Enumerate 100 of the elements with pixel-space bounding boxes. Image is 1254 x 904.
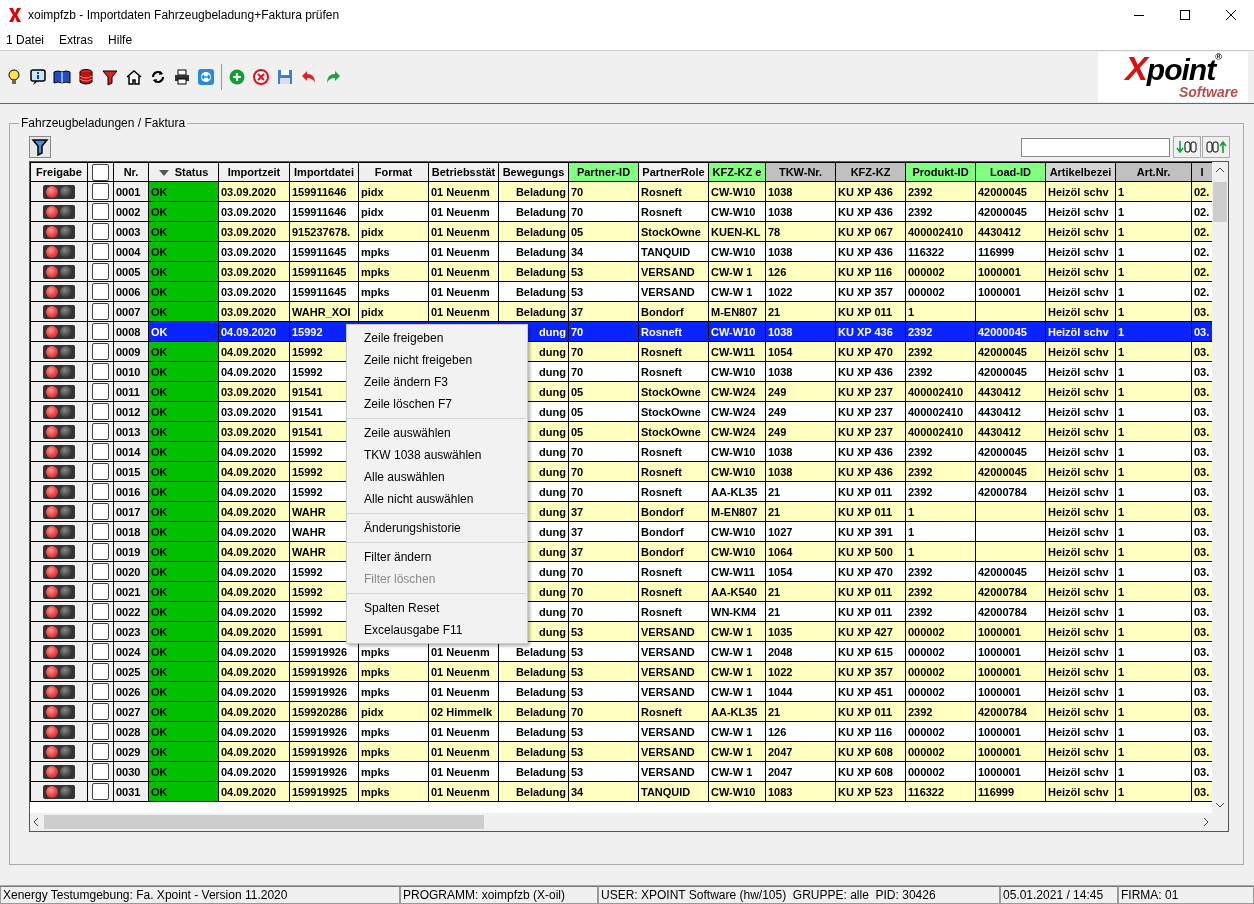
table-row[interactable]: 0006 OK 03.09.2020 159911645 mpks 01 Neuenm Beladung 53 VERSAND CW-W 1 1022 KU XP 357 000002 1000001 Heizöl schv 1 02. bbox=[30, 281, 1212, 302]
checkbox[interactable] bbox=[92, 223, 109, 240]
close-icon[interactable] bbox=[1225, 9, 1237, 21]
column-header[interactable]: Partner-ID bbox=[568, 162, 639, 182]
checkbox[interactable] bbox=[92, 263, 109, 280]
checkbox[interactable] bbox=[92, 783, 109, 800]
checkbox[interactable] bbox=[92, 363, 109, 380]
checkbox[interactable] bbox=[92, 243, 109, 260]
column-header[interactable]: Status bbox=[148, 162, 219, 182]
table-cell: 159911645 bbox=[289, 281, 359, 302]
find-previous-icon[interactable] bbox=[1202, 136, 1230, 158]
group-title: Fahrzeugbeladungen / Faktura bbox=[20, 116, 187, 130]
table-cell: 04.09.2020 bbox=[218, 761, 290, 782]
checkbox[interactable] bbox=[92, 643, 109, 660]
checkbox[interactable] bbox=[92, 703, 109, 720]
column-header[interactable]: I bbox=[1191, 162, 1212, 182]
signal-lights-icon bbox=[43, 784, 75, 799]
column-header[interactable]: Importdatei bbox=[289, 162, 359, 182]
table-cell: 4430412 bbox=[975, 421, 1046, 442]
table-cell: 78 bbox=[765, 221, 836, 242]
checkbox[interactable] bbox=[92, 423, 109, 440]
table-cell: 34 bbox=[568, 781, 639, 802]
checkbox[interactable] bbox=[92, 323, 109, 340]
checkbox[interactable] bbox=[92, 283, 109, 300]
checkbox[interactable] bbox=[92, 203, 109, 220]
find-next-icon[interactable] bbox=[1173, 136, 1201, 158]
checkbox[interactable] bbox=[92, 503, 109, 520]
checkbox[interactable] bbox=[92, 403, 109, 420]
table-row[interactable]: 0026 OK 04.09.2020 159919926 mpks 01 Neuenm Beladung 53 VERSAND CW-W 1 1044 KU XP 451 000002 1000001 Heizöl schv 1 03. bbox=[30, 681, 1212, 702]
table-cell: 1 bbox=[1115, 481, 1192, 502]
column-label: I bbox=[1200, 166, 1204, 178]
checkbox[interactable] bbox=[92, 383, 109, 400]
column-header[interactable]: Importzeit bbox=[218, 162, 290, 182]
table-cell: VERSAND bbox=[638, 681, 709, 702]
table-row[interactable]: 0003 OK 03.09.2020 915237678. pidx 01 Neuenm Beladung 05 StockOwne KUEN-KL 78 KU XP 067 400002410 4430412 Heizöl schv 1 02. bbox=[30, 221, 1212, 242]
checkbox[interactable] bbox=[92, 623, 109, 640]
checkbox[interactable] bbox=[92, 523, 109, 540]
table-row[interactable]: 0005 OK 03.09.2020 159911645 mpks 01 Neuenm Beladung 53 VERSAND CW-W 1 126 KU XP 116 000002 1000001 Heizöl schv 1 02. bbox=[30, 261, 1212, 282]
table-cell: 2392 bbox=[905, 601, 976, 622]
column-header[interactable]: Nr. bbox=[113, 162, 149, 182]
column-header[interactable]: KFZ-KZ bbox=[835, 162, 906, 182]
table-cell: Rosneft bbox=[638, 581, 709, 602]
table-row[interactable]: 0028 OK 04.09.2020 159919926 mpks 01 Neuenm Beladung 53 VERSAND CW-W 1 126 KU XP 116 000002 1000001 Heizöl schv 1 03. bbox=[30, 721, 1212, 742]
table-cell: Beladung bbox=[498, 281, 569, 302]
table-row[interactable]: 0029 OK 04.09.2020 159919926 mpks 01 Neuenm Beladung 53 VERSAND CW-W 1 2047 KU XP 608 000002 1000001 Heizöl schv 1 03. bbox=[30, 741, 1212, 762]
table-cell: 1054 bbox=[765, 341, 836, 362]
table-cell: 1 bbox=[1115, 521, 1192, 542]
checkbox[interactable] bbox=[92, 603, 109, 620]
checkbox[interactable] bbox=[92, 743, 109, 760]
table-row[interactable]: 0004 OK 03.09.2020 159911645 mpks 01 Neuenm Beladung 34 TANQUID CW-W10 1038 KU XP 436 116322 116999 Heizöl schv 1 02. bbox=[30, 241, 1212, 262]
table-cell: Beladung bbox=[498, 261, 569, 282]
checkbox[interactable] bbox=[92, 443, 109, 460]
checkbox[interactable] bbox=[92, 583, 109, 600]
table-row[interactable]: 0030 OK 04.09.2020 159919926 mpks 01 Neuenm Beladung 53 VERSAND CW-W 1 2047 KU XP 608 000002 1000001 Heizöl schv 1 03. bbox=[30, 761, 1212, 782]
checkbox[interactable] bbox=[92, 183, 109, 200]
scroll-thumb[interactable] bbox=[1213, 182, 1227, 222]
checkbox[interactable] bbox=[92, 343, 109, 360]
table-cell: CW-W10 bbox=[708, 241, 766, 262]
maximize-icon[interactable] bbox=[1179, 9, 1191, 21]
scroll-up-icon[interactable] bbox=[1215, 167, 1225, 173]
search-field[interactable] bbox=[1021, 137, 1170, 157]
table-row[interactable]: 0031 OK 04.09.2020 159919925 mpks 01 Neuenm Beladung 34 TANQUID CW-W10 1083 KU XP 523 116322 116999 Heizöl schv 1 03. bbox=[30, 781, 1212, 802]
column-label: Status bbox=[174, 166, 209, 178]
scroll-down-icon[interactable] bbox=[1215, 802, 1225, 808]
table-row[interactable]: 0025 OK 04.09.2020 159919926 mpks 01 Neuenm Beladung 53 VERSAND CW-W 1 1022 KU XP 357 000002 1000001 Heizöl schv 1 03. bbox=[30, 661, 1212, 682]
scroll-left-icon[interactable] bbox=[33, 817, 39, 827]
column-header[interactable]: Produkt-ID bbox=[905, 162, 976, 182]
scroll-thumb[interactable] bbox=[44, 815, 484, 829]
checkbox[interactable] bbox=[92, 483, 109, 500]
column-header[interactable]: Freigabe bbox=[30, 162, 88, 182]
column-header[interactable]: TKW-Nr. bbox=[765, 162, 836, 182]
checkbox[interactable] bbox=[92, 763, 109, 780]
table-cell: KU XP 451 bbox=[835, 681, 906, 702]
menu-item[interactable]: 1 Datei bbox=[6, 33, 45, 47]
column-header[interactable]: Load-ID bbox=[975, 162, 1046, 182]
checkbox[interactable] bbox=[92, 563, 109, 580]
table-cell: 04.09.2020 bbox=[218, 441, 290, 462]
checkbox[interactable] bbox=[92, 463, 109, 480]
table-cell: 1 bbox=[1115, 241, 1192, 262]
menu-item[interactable]: Hilfe bbox=[108, 33, 133, 47]
table-row[interactable]: 0027 OK 04.09.2020 159920286 pidx 02 Himmelk Beladung 70 Rosneft AA-KL35 21 KU XP 011 2392 42000784 Heizöl schv 1 03. bbox=[30, 701, 1212, 722]
table-cell: KU XP 436 bbox=[835, 181, 906, 202]
checkbox[interactable] bbox=[92, 663, 109, 680]
table-cell: 01 Neuenm bbox=[428, 221, 499, 242]
checkbox[interactable] bbox=[92, 683, 109, 700]
menu-item[interactable]: Extras bbox=[59, 33, 94, 47]
checkbox[interactable] bbox=[92, 163, 109, 181]
table-cell: 000002 bbox=[905, 281, 976, 302]
checkbox[interactable] bbox=[92, 723, 109, 740]
table-row[interactable]: 0007 OK 03.09.2020 WAHR_XOI pidx 01 Neuenm Beladung 37 Bondorf M-EN807 21 KU XP 011 1 Heizöl schv 1 03. bbox=[30, 301, 1212, 322]
filter-icon[interactable] bbox=[29, 136, 51, 158]
scroll-right-icon[interactable] bbox=[1203, 817, 1209, 827]
column-header[interactable]: Format bbox=[358, 162, 429, 182]
checkbox[interactable] bbox=[92, 543, 109, 560]
table-row[interactable]: 0002 OK 03.09.2020 159911646 pidx 01 Neuenm Beladung 70 Rosneft CW-W10 1038 KU XP 436 2392 42000045 Heizöl schv 1 02. bbox=[30, 201, 1212, 222]
checkbox[interactable] bbox=[92, 303, 109, 320]
table-row[interactable]: 0001 OK 03.09.2020 159911646 pidx 01 Neuenm Beladung 70 Rosneft CW-W10 1038 KU XP 436 2392 42000045 Heizöl schv 1 02. bbox=[30, 181, 1212, 202]
column-header[interactable] bbox=[87, 162, 114, 182]
table-cell: CW-W24 bbox=[708, 381, 766, 402]
column-header[interactable]: Art.Nr. bbox=[1115, 162, 1192, 182]
